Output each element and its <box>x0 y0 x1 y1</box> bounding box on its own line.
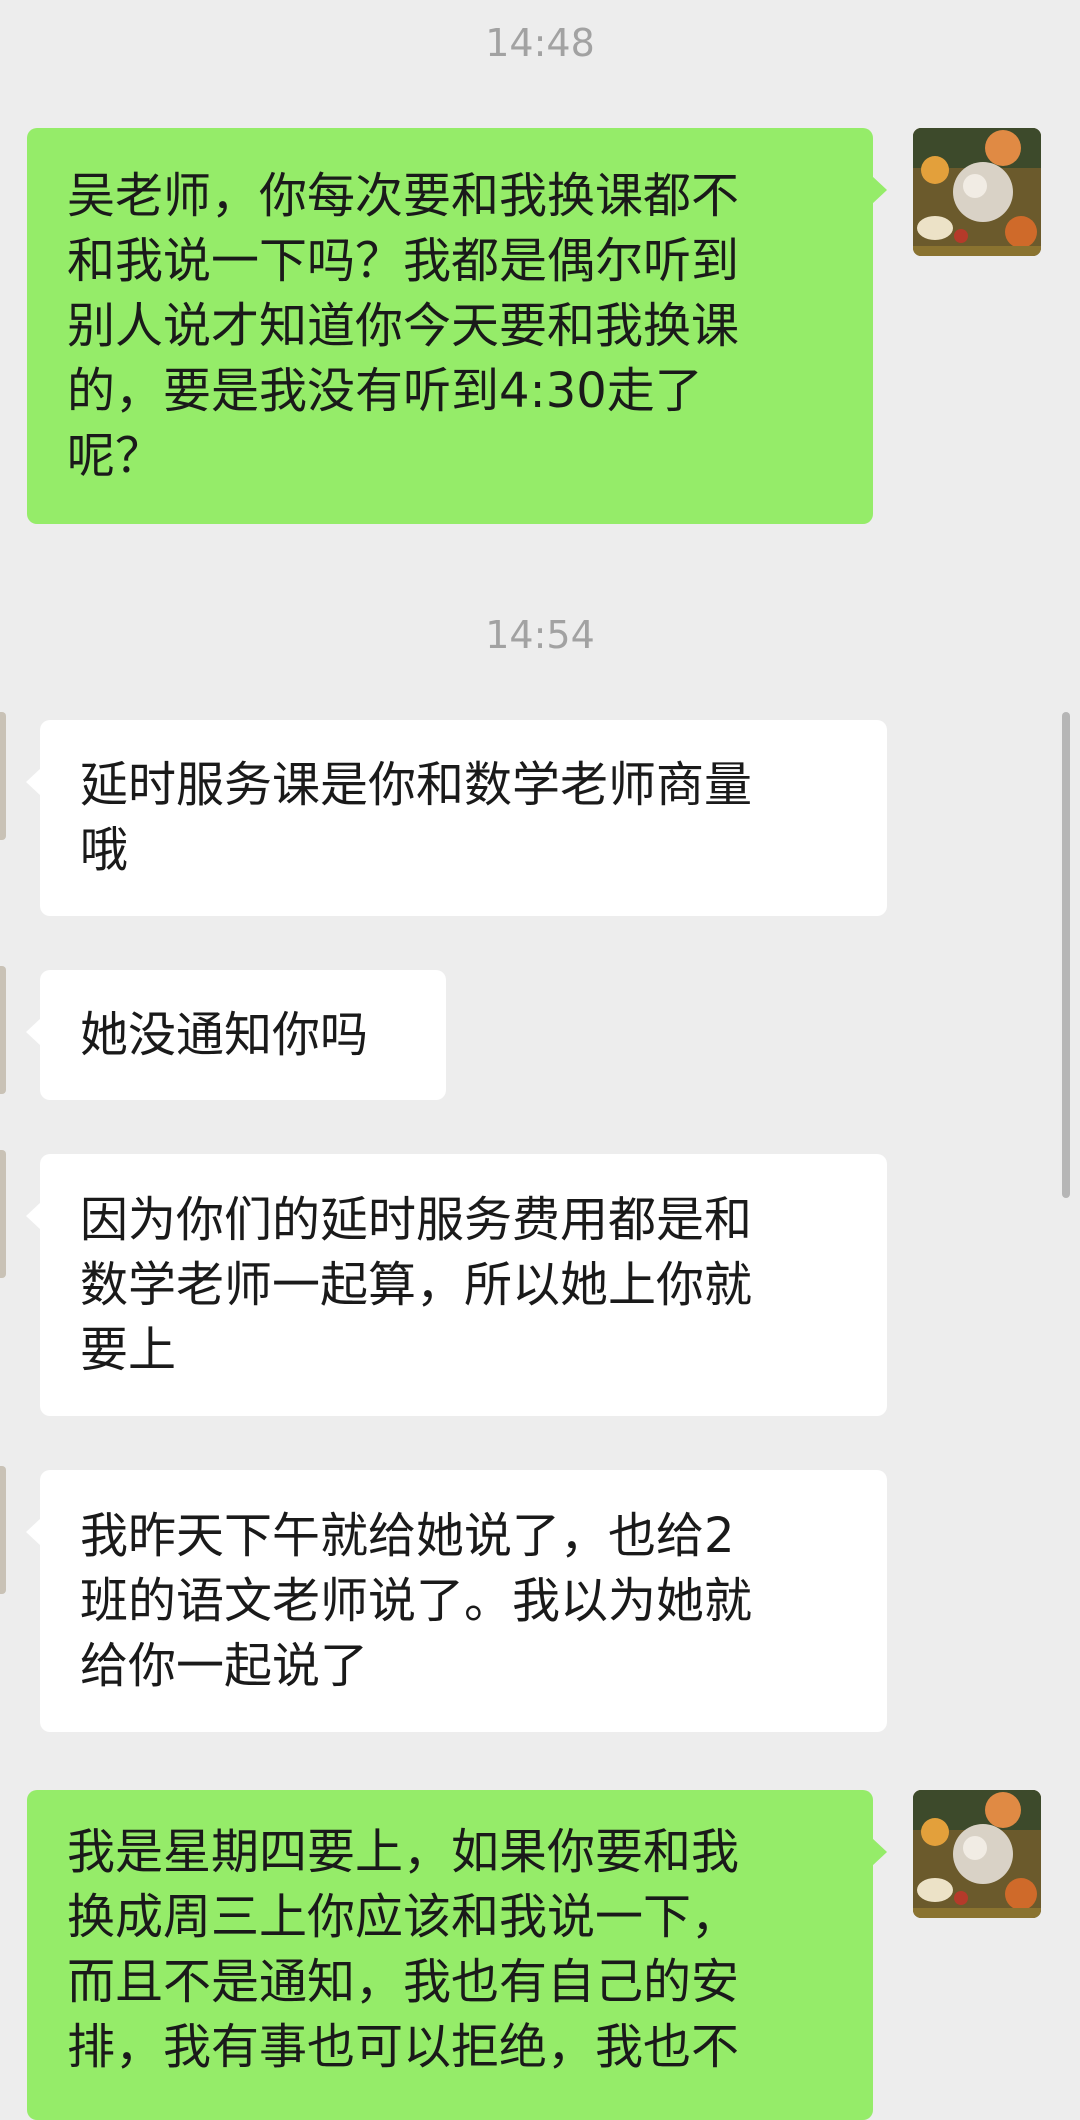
scrollbar[interactable] <box>1062 712 1070 1198</box>
message-bubble-sent[interactable]: 吴老师，你每次要和我换课都不 和我说一下吗？我都是偶尔听到 别人说才知道你今天要… <box>27 128 887 524</box>
self-avatar-icon[interactable] <box>913 1790 1041 1918</box>
other-avatar-icon[interactable] <box>0 1150 6 1278</box>
other-avatar-icon[interactable] <box>0 1466 6 1594</box>
message-bubble-received[interactable]: 她没通知你吗 <box>26 970 446 1100</box>
message-bubble-sent[interactable]: 我是星期四要上，如果你要和我 换成周三上你应该和我说一下， 而且不是通知，我也有… <box>27 1790 887 2120</box>
self-avatar-icon[interactable] <box>913 128 1041 256</box>
timestamp: 14:54 <box>485 613 595 657</box>
timestamp: 14:48 <box>485 21 595 65</box>
message-bubble-received[interactable]: 我昨天下午就给她说了，也给2 班的语文老师说了。我以为她就 给你一起说了 <box>26 1470 887 1732</box>
other-avatar-icon[interactable] <box>0 712 6 840</box>
message-bubble-received[interactable]: 因为你们的延时服务费用都是和 数学老师一起算，所以她上你就 要上 <box>26 1154 887 1416</box>
other-avatar-icon[interactable] <box>0 966 6 1094</box>
message-bubble-received[interactable]: 延时服务课是你和数学老师商量 哦 <box>26 720 887 916</box>
